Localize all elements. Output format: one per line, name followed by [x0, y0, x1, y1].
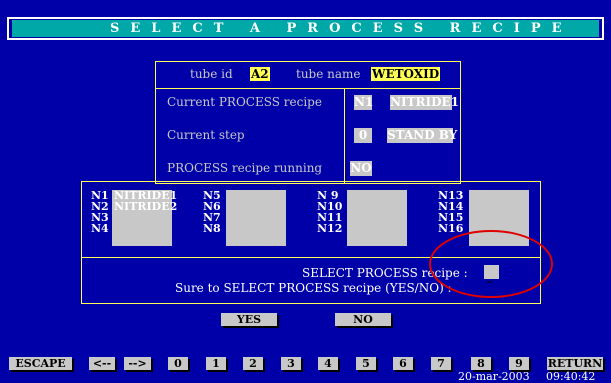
terminal-screen: SELECT A PROCESS RECIPE tube id A2 tube … — [0, 0, 611, 383]
recipe-slot-label[interactable]: N8 — [203, 223, 221, 234]
digit-key-3[interactable]: 3 — [281, 357, 301, 370]
return-key[interactable]: RETURN — [547, 357, 603, 370]
divider — [156, 88, 460, 89]
current-recipe-code: N1 — [354, 95, 374, 110]
confirm-recipe-prompt: Sure to SELECT PROCESS recipe (YES/NO) : — [175, 281, 452, 295]
recipe-name[interactable]: NITRIDE2 — [114, 201, 177, 212]
digit-key-2[interactable]: 2 — [243, 357, 263, 370]
recipe-column-1: N1 N2 N3 N4 — [91, 190, 109, 234]
right-arrow-key[interactable]: --> — [124, 357, 151, 370]
digit-key-9[interactable]: 9 — [509, 357, 529, 370]
digit-key-0[interactable]: 0 — [168, 357, 188, 370]
recipe-running-label: PROCESS recipe running — [167, 161, 323, 175]
yes-button[interactable]: YES — [221, 313, 277, 326]
recipe-slot-label[interactable]: N16 — [438, 223, 463, 234]
current-step-value: 0 — [354, 128, 372, 143]
recipe-slot-label[interactable]: N4 — [91, 223, 109, 234]
current-step-name: STAND BY — [387, 128, 458, 143]
digit-key-8[interactable]: 8 — [471, 357, 491, 370]
divider — [344, 89, 345, 183]
tube-name-label: tube name — [296, 67, 361, 81]
recipe-column-4: N13 N14 N15 N16 — [438, 190, 463, 234]
recipe-column-2: N5 N6 N7 N8 — [203, 190, 221, 234]
recipe-running-value: NO — [350, 161, 372, 176]
current-recipe-name: NITRIDE1 — [390, 95, 459, 110]
page-title: SELECT A PROCESS RECIPE — [12, 20, 599, 37]
tube-id-label: tube id — [190, 67, 233, 81]
digit-key-6[interactable]: 6 — [393, 357, 413, 370]
digit-key-5[interactable]: 5 — [356, 357, 376, 370]
escape-key[interactable]: ESCAPE — [9, 357, 72, 370]
status-date: 20-mar-2003 — [458, 370, 530, 383]
digit-key-7[interactable]: 7 — [431, 357, 451, 370]
annotation-circle — [429, 230, 553, 298]
recipe-slot-label[interactable]: N12 — [317, 223, 342, 234]
current-step-label: Current step — [167, 128, 245, 142]
current-recipe-label: Current PROCESS recipe — [167, 95, 322, 109]
no-button[interactable]: NO — [335, 313, 391, 326]
recipe-list-box[interactable] — [226, 190, 286, 246]
left-arrow-key[interactable]: <-- — [89, 357, 115, 370]
digit-key-1[interactable]: 1 — [206, 357, 226, 370]
status-time: 09:40:42 — [546, 370, 596, 383]
tube-id-value: A2 — [250, 67, 270, 81]
tube-name-value: WETOXID — [371, 67, 441, 81]
recipe-list-box[interactable] — [347, 190, 407, 246]
recipe-column-3: N 9 N10 N11 N12 — [317, 190, 342, 234]
recipe-names: NITRIDE1 NITRIDE2 — [114, 190, 177, 212]
digit-key-4[interactable]: 4 — [318, 357, 338, 370]
